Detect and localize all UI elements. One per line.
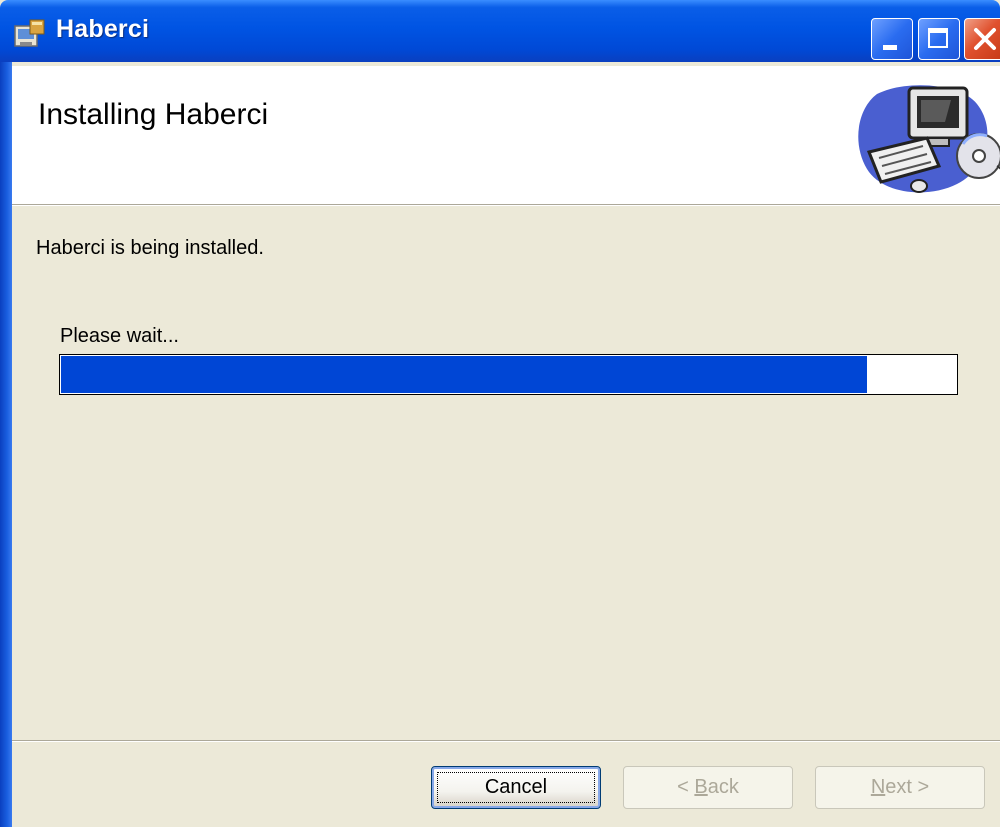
focus-rect xyxy=(437,772,595,803)
maximize-icon xyxy=(928,28,948,48)
progress-fill xyxy=(61,356,867,393)
close-icon xyxy=(974,28,996,50)
minimize-icon xyxy=(883,45,897,50)
next-button[interactable]: Next > xyxy=(815,766,985,809)
window-title: Haberci xyxy=(56,15,150,43)
install-progress-bar xyxy=(59,354,958,395)
mnemonic-letter: B xyxy=(694,776,708,798)
cancel-button[interactable]: Cancel xyxy=(431,766,601,809)
installer-window: Haberci Installing Haberci Haberci is be… xyxy=(0,0,1000,827)
back-button[interactable]: < Back xyxy=(623,766,793,809)
footer-separator-highlight xyxy=(12,741,1000,742)
back-label: < Back xyxy=(677,776,739,798)
maximize-button[interactable] xyxy=(918,18,960,60)
progress-label: Please wait... xyxy=(60,325,179,347)
page-title: Installing Haberci xyxy=(38,98,269,131)
install-status: Haberci is being installed. xyxy=(36,237,264,259)
mnemonic-letter: N xyxy=(870,776,886,798)
title-bar[interactable]: Haberci xyxy=(0,0,1000,62)
installer-icon xyxy=(14,19,45,47)
next-label: Next > xyxy=(870,776,930,798)
window-frame-left xyxy=(0,62,12,827)
close-button[interactable] xyxy=(964,18,1000,60)
minimize-button[interactable] xyxy=(871,18,913,60)
computer-setup-icon xyxy=(858,85,1000,193)
header-separator xyxy=(12,205,1000,206)
header-band: Installing Haberci xyxy=(12,66,1000,205)
